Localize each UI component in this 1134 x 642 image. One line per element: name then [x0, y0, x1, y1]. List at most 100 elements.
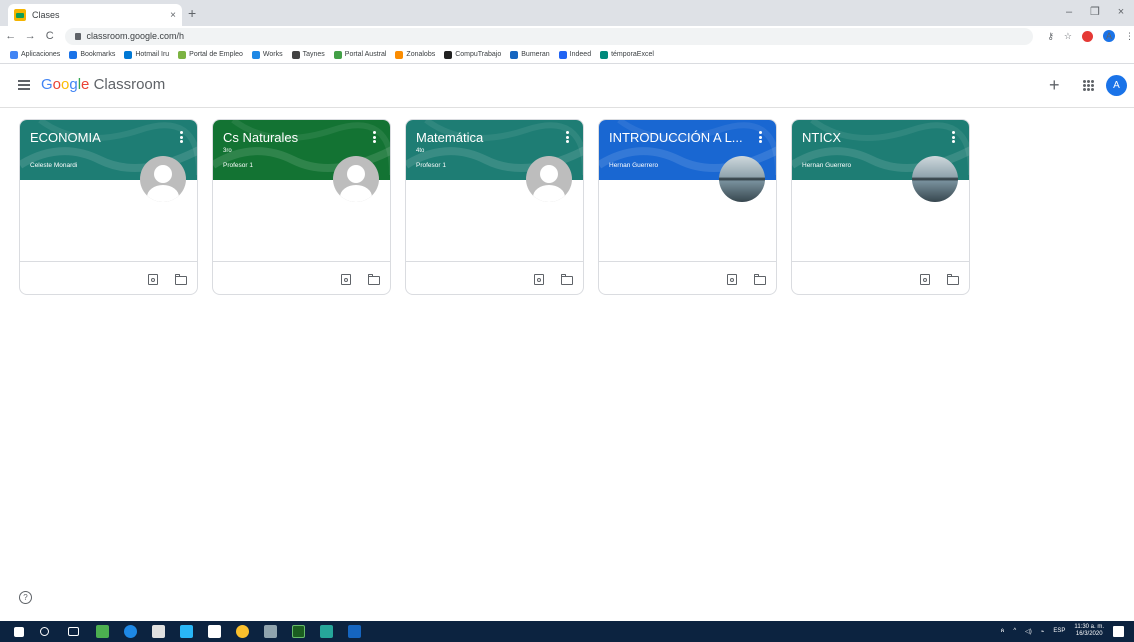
assignment-portfolio-icon[interactable] — [341, 274, 351, 285]
class-card[interactable]: INTRODUCCIÓN A L... Hernan Guerrero — [598, 119, 777, 295]
google-apps-icon[interactable] — [1083, 80, 1094, 91]
class-teacher[interactable]: Celeste Monardi — [30, 162, 77, 169]
class-title[interactable]: Cs Naturales — [223, 130, 363, 145]
class-teacher[interactable]: Hernan Guerrero — [802, 162, 851, 169]
address-bar[interactable]: classroom.google.com/h — [64, 27, 1034, 45]
bookmark-favicon-icon — [600, 50, 609, 59]
key-icon[interactable]: ⚷ — [1047, 31, 1054, 42]
show-hidden-icons-icon[interactable]: ^ — [1013, 628, 1016, 634]
app-gray-icon[interactable] — [264, 625, 277, 638]
class-card[interactable]: NTICX Hernan Guerrero — [791, 119, 970, 295]
clock[interactable]: 11:30 a. m. 16/3/2020 — [1074, 624, 1104, 638]
class-card-footer — [406, 261, 583, 294]
help-icon[interactable]: ? — [19, 591, 32, 604]
class-teacher[interactable]: Profesor 1 — [223, 162, 253, 169]
windows-taskbar: ጰ ^ ◁) ⌁ ESP 11:30 a. m. 16/3/2020 — [0, 621, 1134, 642]
network-icon[interactable]: ⌁ — [1041, 628, 1045, 635]
class-card-footer — [20, 261, 197, 294]
account-avatar[interactable]: A — [1106, 75, 1127, 96]
bookmark-label: Zonalobs — [406, 51, 436, 58]
store-icon[interactable] — [208, 625, 221, 638]
bookmark-item[interactable]: Portal Austral — [333, 50, 386, 59]
dreamweaver-icon[interactable] — [292, 625, 305, 638]
bookmark-label: Indeed — [569, 51, 592, 58]
address-row: ← → C classroom.google.com/h ⚷ ☆ A ⋮ — [0, 26, 1134, 46]
search-icon[interactable] — [40, 627, 49, 636]
class-title[interactable]: Matemática — [416, 130, 556, 145]
teacher-photo-avatar — [912, 156, 958, 202]
extension-stop-icon[interactable] — [1081, 30, 1093, 42]
volume-icon[interactable]: ◁) — [1025, 628, 1032, 635]
assignment-portfolio-icon[interactable] — [920, 274, 930, 285]
app-teal-icon[interactable] — [320, 625, 333, 638]
bookmark-item[interactable]: Taynes — [291, 50, 325, 59]
folder-icon[interactable] — [368, 274, 380, 285]
class-card[interactable]: Cs Naturales 3ro Profesor 1 — [212, 119, 391, 295]
back-arrow-icon[interactable]: ← — [2, 30, 20, 42]
forward-arrow-icon[interactable]: → — [22, 30, 40, 42]
bookmark-item[interactable]: Bookmarks — [69, 50, 116, 59]
class-teacher[interactable]: Hernan Guerrero — [609, 162, 658, 169]
chrome-icon[interactable] — [236, 625, 249, 638]
bookmark-item[interactable]: Portal de Empleo — [178, 50, 243, 59]
reload-icon[interactable]: C — [41, 30, 59, 42]
task-view-icon[interactable] — [68, 627, 79, 636]
more-options-icon[interactable] — [759, 131, 762, 143]
calculator-icon[interactable] — [152, 625, 165, 638]
more-options-icon[interactable] — [180, 131, 183, 143]
class-card-footer — [792, 261, 969, 294]
bookmark-label: Bookmarks — [80, 51, 116, 58]
people-icon[interactable]: ጰ — [1001, 628, 1005, 635]
create-or-join-class-button[interactable]: + — [1049, 76, 1060, 94]
folder-icon[interactable] — [561, 274, 573, 285]
class-title[interactable]: INTRODUCCIÓN A L... — [609, 130, 749, 145]
more-options-icon[interactable] — [952, 131, 955, 143]
class-card[interactable]: ECONOMIA Celeste Monardi — [19, 119, 198, 295]
tab-title: Clases — [32, 10, 60, 20]
browser-menu-icon[interactable]: ⋮ — [1125, 31, 1134, 42]
app-green-icon[interactable] — [96, 625, 109, 638]
more-options-icon[interactable] — [373, 131, 376, 143]
assignment-portfolio-icon[interactable] — [148, 274, 158, 285]
mail-icon[interactable] — [180, 625, 193, 638]
hamburger-menu-icon[interactable] — [18, 80, 30, 90]
word-icon[interactable] — [348, 625, 361, 638]
bookmark-item[interactable]: CompuTrabajo — [444, 50, 502, 59]
bookmark-item[interactable]: Bumeran — [510, 50, 550, 59]
assignment-portfolio-icon[interactable] — [534, 274, 544, 285]
google-classroom-logo[interactable]: Google Classroom — [41, 76, 165, 94]
bookmark-label: Hotmail Iru — [135, 51, 170, 58]
bookmark-item[interactable]: Aplicaciones — [10, 50, 60, 59]
star-icon[interactable]: ☆ — [1064, 31, 1072, 42]
bookmark-item[interactable]: Indeed — [558, 50, 592, 59]
browser-profile-avatar[interactable]: A — [1102, 30, 1115, 42]
folder-icon[interactable] — [947, 274, 959, 285]
class-teacher[interactable]: Profesor 1 — [416, 162, 446, 169]
new-tab-button[interactable]: + — [188, 5, 196, 21]
restore-button[interactable]: ❐ — [1082, 2, 1108, 22]
class-card[interactable]: Matemática 4to Profesor 1 — [405, 119, 584, 295]
folder-icon[interactable] — [175, 274, 187, 285]
assignment-portfolio-icon[interactable] — [727, 274, 737, 285]
notifications-icon[interactable] — [1113, 625, 1124, 637]
internet-explorer-icon[interactable] — [124, 625, 137, 638]
bookmark-favicon-icon — [124, 50, 133, 59]
class-title[interactable]: ECONOMIA — [30, 130, 170, 145]
browser-tab-clases[interactable]: Clases × — [8, 4, 182, 26]
language-indicator[interactable]: ESP — [1053, 628, 1065, 634]
class-title[interactable]: NTICX — [802, 130, 942, 145]
minimize-button[interactable]: – — [1056, 2, 1082, 22]
bookmark-item[interactable]: témporaExcel — [600, 50, 654, 59]
close-window-button[interactable]: × — [1108, 2, 1134, 22]
bookmark-item[interactable]: Works — [251, 50, 283, 59]
bookmark-label: CompuTrabajo — [455, 51, 502, 58]
folder-icon[interactable] — [754, 274, 766, 285]
class-section: 3ro — [223, 148, 232, 154]
clock-time: 11:30 a. m. — [1074, 624, 1104, 630]
windows-start-icon[interactable] — [14, 627, 24, 637]
bookmark-item[interactable]: Hotmail Iru — [124, 50, 170, 59]
bookmark-item[interactable]: Zonalobs — [395, 50, 436, 59]
more-options-icon[interactable] — [566, 131, 569, 143]
tab-close-button[interactable]: × — [170, 10, 176, 21]
bookmark-favicon-icon — [178, 50, 187, 59]
